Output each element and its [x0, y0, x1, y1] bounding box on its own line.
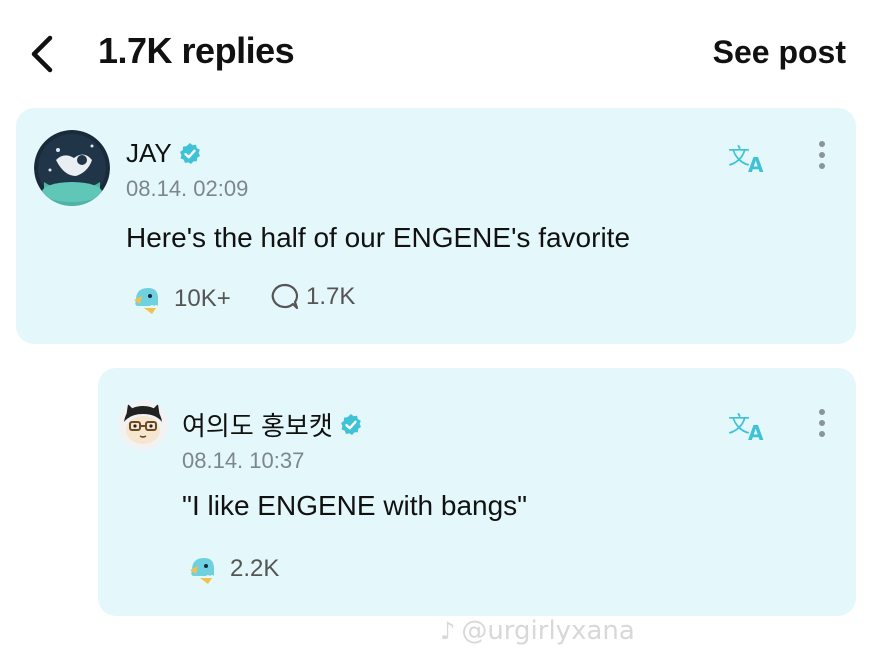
- reply-card[interactable]: 여의도 홍보캣 08.14. 10:37 "I like ENGENE with…: [98, 368, 856, 616]
- like-button[interactable]: 2.2K: [186, 552, 279, 586]
- author-row: JAY: [126, 138, 202, 169]
- tiktok-icon: ♪: [440, 617, 456, 645]
- reply-count: 1.7K: [306, 283, 356, 310]
- watermark: ♪ @urgirlyxana: [440, 616, 635, 646]
- more-vertical-icon: [812, 141, 832, 169]
- jay-avatar: [34, 130, 110, 206]
- replies-screen: 1.7K replies See post JAY 08.14. 02:09 H…: [0, 0, 886, 665]
- more-vertical-icon: [812, 409, 832, 437]
- ghost-like-icon: [134, 288, 158, 314]
- svg-text:文: 文: [728, 413, 750, 438]
- avatar[interactable]: [118, 400, 168, 450]
- translate-icon: 文 A: [728, 145, 764, 177]
- author-row: 여의도 홍보캣: [182, 406, 363, 443]
- comment-button[interactable]: 1.7K: [270, 282, 355, 312]
- author-name[interactable]: 여의도 홍보캣: [182, 406, 333, 443]
- like-count: 2.2K: [230, 555, 280, 582]
- verified-badge-icon: [340, 413, 361, 435]
- svg-text:文: 文: [728, 145, 750, 170]
- page-title: 1.7K replies: [98, 30, 295, 71]
- post-text: "I like ENGENE with bangs": [182, 490, 528, 521]
- comment-bubble-icon: [271, 283, 299, 310]
- header-bar: 1.7K replies See post: [0, 0, 886, 100]
- ghost-like-icon: [190, 558, 214, 584]
- post-card[interactable]: JAY 08.14. 02:09 Here's the half of our …: [16, 108, 856, 344]
- verified-badge-icon: [179, 142, 200, 164]
- see-post-link[interactable]: See post: [713, 34, 846, 71]
- cat-avatar: [118, 400, 168, 450]
- more-options-button[interactable]: [812, 404, 832, 444]
- translate-button[interactable]: 文 A: [726, 138, 772, 178]
- back-button[interactable]: [24, 30, 64, 78]
- watermark-text: @urgirlyxana: [461, 616, 635, 646]
- post-text: Here's the half of our ENGENE's favorite: [126, 222, 631, 253]
- translate-button[interactable]: 文 A: [726, 406, 772, 446]
- timestamp: 08.14. 02:09: [126, 176, 249, 201]
- translate-icon: 文 A: [728, 413, 764, 445]
- chevron-left-icon: [31, 35, 53, 73]
- timestamp: 08.14. 10:37: [182, 448, 305, 473]
- more-options-button[interactable]: [812, 136, 832, 176]
- author-name[interactable]: JAY: [126, 138, 172, 169]
- avatar[interactable]: [34, 130, 110, 206]
- svg-text:A: A: [748, 421, 764, 445]
- like-count: 10K+: [174, 285, 231, 312]
- like-button[interactable]: 10K+: [130, 282, 231, 316]
- svg-text:A: A: [748, 153, 764, 177]
